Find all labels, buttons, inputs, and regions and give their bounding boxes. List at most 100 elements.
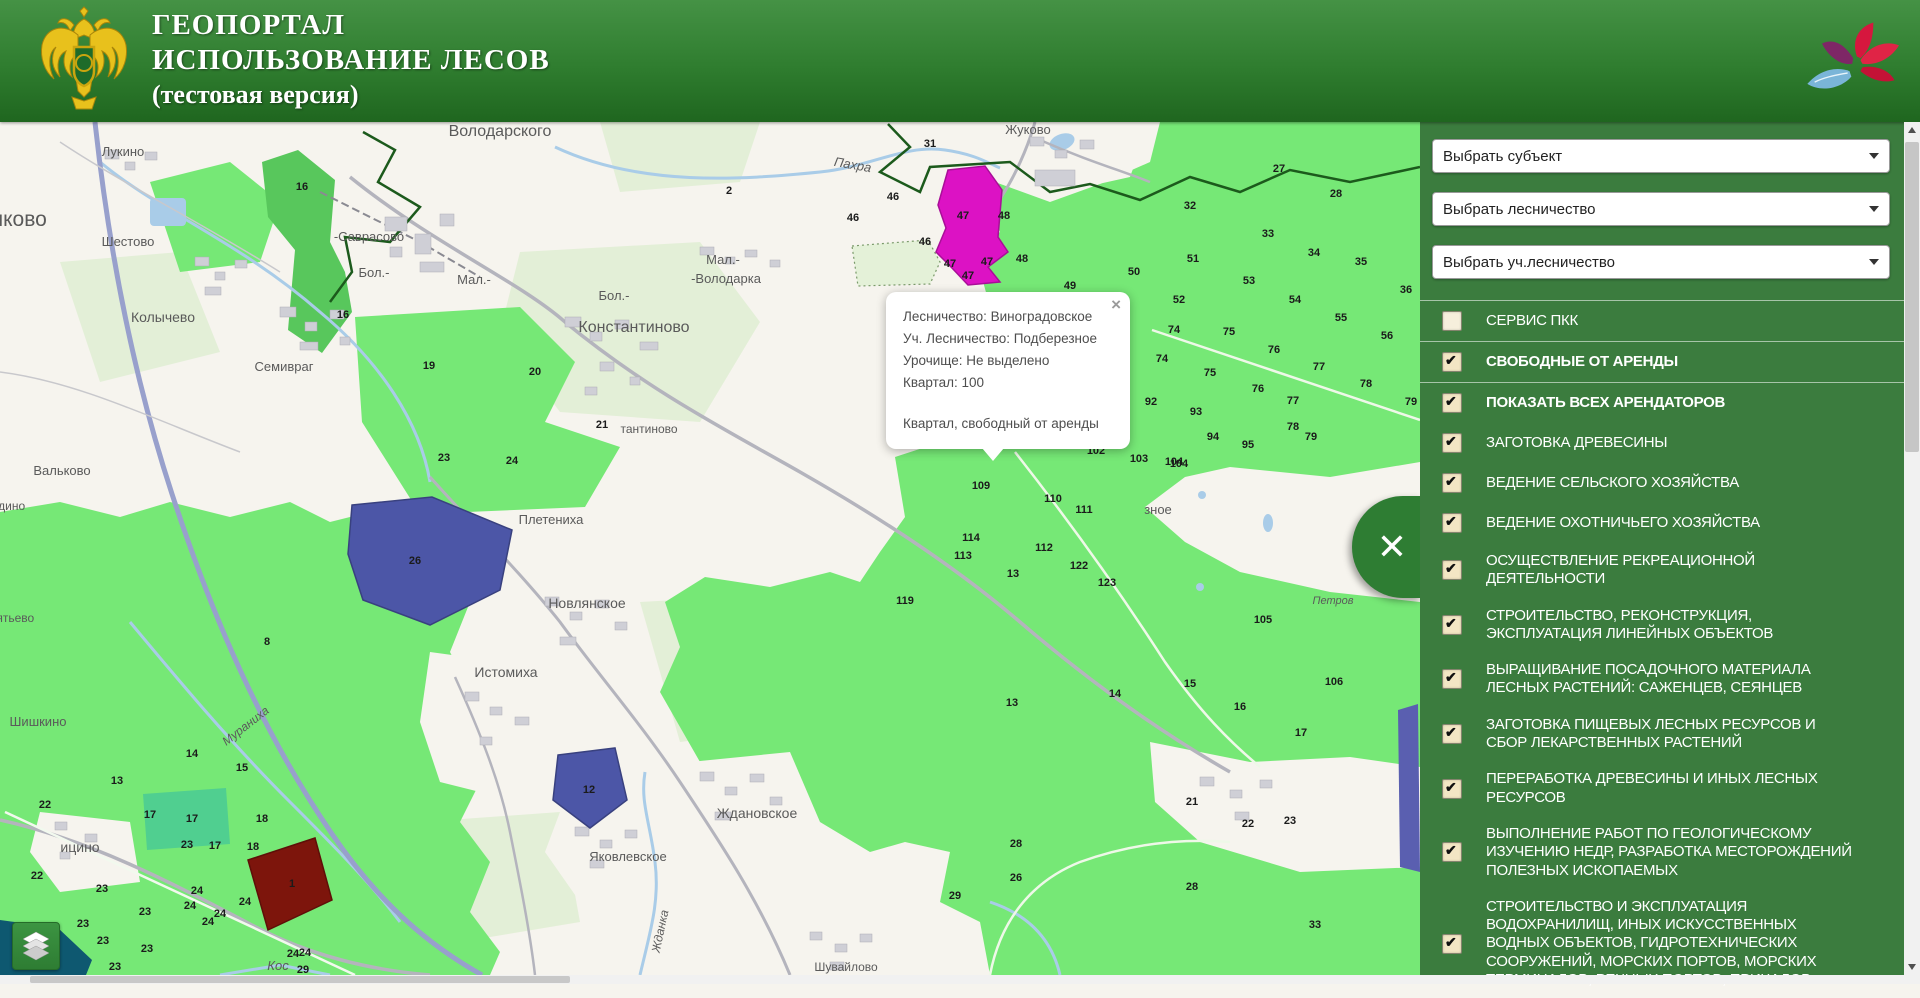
quarter-number: 78 bbox=[1287, 421, 1299, 433]
checked-checkbox[interactable] bbox=[1442, 615, 1462, 635]
checked-checkbox[interactable] bbox=[1442, 560, 1462, 580]
quarter-number: 12 bbox=[583, 784, 595, 796]
place-label: тантиново bbox=[620, 422, 677, 436]
checked-checkbox[interactable] bbox=[1442, 433, 1462, 453]
horizontal-scrollbar-thumb[interactable] bbox=[30, 976, 570, 983]
layer-row[interactable]: ОСУЩЕСТВЛЕНИЕ РЕКРЕАЦИОННОЙ ДЕЯТЕЛЬНОСТИ bbox=[1420, 543, 1904, 598]
place-label: Истомиха bbox=[474, 664, 537, 680]
checked-checkbox[interactable] bbox=[1442, 473, 1462, 493]
quarter-number: 23 bbox=[1284, 815, 1296, 827]
quarter-number: 24 bbox=[202, 916, 215, 928]
rented-strip-purple[interactable] bbox=[1398, 704, 1420, 872]
layer-row[interactable]: ПОКАЗАТЬ ВСЕХ АРЕНДАТОРОВ bbox=[1420, 383, 1904, 423]
place-label: еребятьево bbox=[0, 611, 34, 625]
dropdown-zone: Выбрать субъект Выбрать лесничество Выбр… bbox=[1420, 122, 1904, 300]
subforestry-dropdown-value: Выбрать уч.лесничество bbox=[1443, 254, 1615, 271]
layer-row[interactable]: ПЕРЕРАБОТКА ДРЕВЕСИНЫ И ИНЫХ ЛЕСНЫХ РЕСУ… bbox=[1420, 761, 1904, 816]
place-label: Плетениха bbox=[519, 512, 585, 527]
checked-checkbox[interactable] bbox=[1442, 669, 1462, 689]
forestry-dropdown[interactable]: Выбрать лесничество bbox=[1432, 192, 1890, 226]
quarter-number: 18 bbox=[256, 813, 268, 825]
quarter-number: 16 bbox=[337, 309, 349, 321]
checked-checkbox[interactable] bbox=[1442, 842, 1462, 862]
horizontal-scrollbar[interactable] bbox=[0, 975, 1920, 984]
quarter-number: 47 bbox=[962, 270, 974, 282]
unchecked-checkbox[interactable] bbox=[1442, 311, 1462, 331]
place-label: Володарского bbox=[449, 123, 552, 140]
subject-dropdown[interactable]: Выбрать субъект bbox=[1432, 139, 1890, 173]
quarter-number: 93 bbox=[1190, 406, 1202, 418]
checked-checkbox[interactable] bbox=[1442, 393, 1462, 413]
scroll-up-arrow-icon[interactable] bbox=[1904, 122, 1920, 138]
quarter-number: 24 bbox=[239, 896, 252, 908]
quarter-number: 28 bbox=[1330, 188, 1342, 200]
quarter-number: 23 bbox=[181, 839, 193, 851]
quarter-number: 23 bbox=[77, 918, 89, 930]
layer-row[interactable]: ВЫПОЛНЕНИЕ РАБОТ ПО ГЕОЛОГИЧЕСКОМУ ИЗУЧЕ… bbox=[1420, 816, 1904, 889]
layer-row[interactable]: СТРОИТЕЛЬСТВО, РЕКОНСТРУКЦИЯ, ЭКСПЛУАТАЦ… bbox=[1420, 598, 1904, 653]
quarter-number: 103 bbox=[1130, 453, 1148, 465]
quarter-number: 24 bbox=[191, 885, 204, 897]
checked-checkbox[interactable] bbox=[1442, 779, 1462, 799]
layer-row[interactable]: ЗАГОТОВКА ПИЩЕВЫХ ЛЕСНЫХ РЕСУРСОВ И СБОР… bbox=[1420, 707, 1904, 762]
vertical-scrollbar-thumb[interactable] bbox=[1905, 142, 1919, 452]
quarter-number: 26 bbox=[1010, 872, 1022, 884]
vertical-scrollbar[interactable] bbox=[1904, 122, 1920, 975]
scroll-down-arrow-icon[interactable] bbox=[1904, 959, 1920, 975]
quarter-number: 22 bbox=[31, 870, 43, 882]
checked-checkbox[interactable] bbox=[1442, 934, 1462, 954]
quarter-number: 17 bbox=[186, 813, 198, 825]
layer-row[interactable]: ВЕДЕНИЕ СЕЛЬСКОГО ХОЗЯЙСТВА bbox=[1420, 463, 1904, 503]
quarter-number: 29 bbox=[949, 890, 961, 902]
layer-row[interactable]: СВОБОДНЫЕ ОТ АРЕНДЫ bbox=[1420, 342, 1904, 383]
layer-label: ВЕДЕНИЕ СЕЛЬСКОГО ХОЗЯЙСТВА bbox=[1486, 474, 1739, 492]
checked-checkbox[interactable] bbox=[1442, 352, 1462, 372]
quarter-number: 51 bbox=[1187, 253, 1199, 265]
place-label: ицино bbox=[60, 839, 99, 855]
layer-row[interactable]: ЗАГОТОВКА ДРЕВЕСИНЫ bbox=[1420, 423, 1904, 463]
quarter-number: 16 bbox=[1234, 701, 1246, 713]
popup-close-icon[interactable]: × bbox=[1111, 295, 1121, 315]
quarter-number: 15 bbox=[1184, 678, 1196, 690]
quarter-number: 54 bbox=[1289, 294, 1302, 306]
quarter-number: 21 bbox=[596, 419, 608, 431]
quarter-number: 23 bbox=[96, 883, 108, 895]
quarter-number: 2 bbox=[726, 185, 732, 197]
quarter-number: 119 bbox=[896, 595, 914, 607]
layer-row[interactable]: СЕРВИС ПКК bbox=[1420, 300, 1904, 342]
place-label: Мал.- bbox=[706, 252, 740, 267]
quarter-number: 113 bbox=[954, 550, 972, 562]
checked-checkbox[interactable] bbox=[1442, 724, 1462, 744]
layer-label: ВЫПОЛНЕНИЕ РАБОТ ПО ГЕОЛОГИЧЕСКОМУ ИЗУЧЕ… bbox=[1486, 825, 1856, 880]
map-svg[interactable]: 3146464748464747474849507373749192931001… bbox=[0, 122, 1420, 975]
quarter-number: 26 bbox=[409, 555, 421, 567]
quarter-number: 92 bbox=[1145, 396, 1157, 408]
quarter-number: 123 bbox=[1098, 577, 1116, 589]
layer-row[interactable]: ВЕДЕНИЕ ОХОТНИЧЬЕГО ХОЗЯЙСТВА bbox=[1420, 503, 1904, 543]
layer-label: ОСУЩЕСТВЛЕНИЕ РЕКРЕАЦИОННОЙ ДЕЯТЕЛЬНОСТИ bbox=[1486, 552, 1856, 589]
layer-label: ПОКАЗАТЬ ВСЕХ АРЕНДАТОРОВ bbox=[1486, 394, 1725, 412]
place-label: Колычево bbox=[131, 309, 195, 325]
subject-dropdown-value: Выбрать субъект bbox=[1443, 148, 1562, 165]
quarter-number: 53 bbox=[1243, 275, 1255, 287]
place-label: еводино bbox=[0, 499, 25, 513]
subforestry-dropdown[interactable]: Выбрать уч.лесничество bbox=[1432, 245, 1890, 279]
chevron-down-icon bbox=[1869, 153, 1879, 159]
basemap-layers-button[interactable] bbox=[12, 922, 60, 970]
popup-status-note: Квартал, свободный от аренды bbox=[903, 413, 1118, 435]
checked-checkbox[interactable] bbox=[1442, 513, 1462, 533]
layer-label: ЗАГОТОВКА ДРЕВЕСИНЫ bbox=[1486, 434, 1667, 452]
close-x-icon: ✕ bbox=[1377, 529, 1407, 565]
quarter-number: 17 bbox=[144, 809, 156, 821]
layer-row[interactable]: ВЫРАЩИВАНИЕ ПОСАДОЧНОГО МАТЕРИАЛА ЛЕСНЫХ… bbox=[1420, 652, 1904, 707]
quarter-number: 14 bbox=[186, 748, 199, 760]
place-label: -Саврасово bbox=[334, 229, 404, 244]
quarter-number: 16 bbox=[296, 181, 308, 193]
quarter-number: 1 bbox=[289, 878, 295, 890]
place-label: Петров bbox=[1313, 595, 1354, 607]
quarter-number: 109 bbox=[972, 480, 990, 492]
quarter-number: 94 bbox=[1207, 431, 1220, 443]
quarter-number: 29 bbox=[297, 964, 309, 975]
map-canvas[interactable]: 3146464748464747474849507373749192931001… bbox=[0, 122, 1420, 975]
quarter-number: 75 bbox=[1223, 326, 1235, 338]
